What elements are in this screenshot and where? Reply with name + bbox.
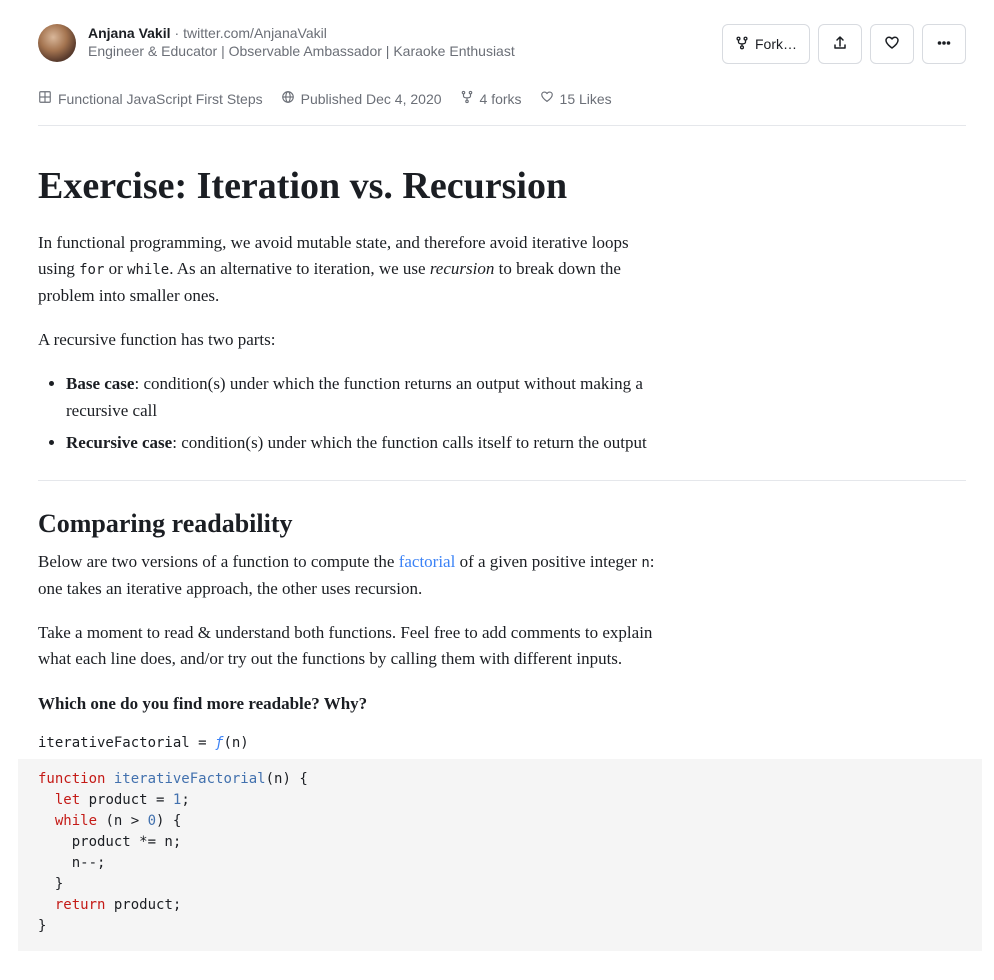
tok: product *= n; — [38, 834, 181, 850]
list-item: Recursive case: condition(s) under which… — [66, 430, 662, 456]
sig-eq: = — [190, 735, 215, 751]
tok: } — [38, 876, 63, 892]
paragraph-question: Which one do you find more readable? Why… — [38, 691, 662, 717]
globe-icon — [281, 90, 295, 107]
section-divider — [38, 480, 966, 481]
sig-args: (n) — [223, 735, 248, 751]
author-bio: Engineer & Educator | Observable Ambassa… — [88, 42, 515, 60]
author-twitter[interactable]: twitter.com/AnjanaVakil — [183, 25, 327, 41]
fork-button[interactable]: Fork… — [722, 24, 810, 64]
heart-icon — [540, 90, 554, 107]
meta-likes[interactable]: 15 Likes — [540, 90, 612, 107]
tok-fn: iterativeFactorial — [114, 771, 266, 787]
fork-icon — [460, 90, 474, 107]
text: : condition(s) under which the function … — [66, 374, 643, 419]
paragraph-instruction: Take a moment to read & understand both … — [38, 620, 662, 673]
text: or — [104, 259, 127, 278]
separator-dot: · — [170, 25, 183, 41]
term-recursive: Recursive case — [66, 433, 172, 452]
paragraph-parts: A recursive function has two parts: — [38, 327, 662, 353]
tok-kw: while — [55, 813, 97, 829]
more-icon — [936, 35, 952, 54]
tok: ( — [266, 771, 274, 787]
tok: product; — [105, 897, 181, 913]
code-while: while — [127, 262, 169, 278]
heart-icon — [884, 35, 900, 54]
tok: n--; — [38, 855, 105, 871]
fork-label: Fork… — [755, 36, 797, 52]
subtitle: Comparing readability — [38, 509, 662, 539]
meta-published: Published Dec 4, 2020 — [281, 90, 442, 107]
paragraph-compare: Below are two versions of a function to … — [38, 549, 662, 602]
action-bar: Fork… — [722, 24, 966, 64]
tok: ; — [181, 792, 189, 808]
text-bold: Which one do you find more readable? Why… — [38, 694, 367, 713]
parts-list: Base case: condition(s) under which the … — [38, 371, 662, 456]
fork-icon — [735, 36, 749, 53]
meta-likes-label: 15 Likes — [560, 91, 612, 107]
tok-kw: function — [38, 771, 105, 787]
meta-row: Functional JavaScript First Steps Publis… — [38, 90, 966, 126]
meta-published-label: Published Dec 4, 2020 — [301, 91, 442, 107]
list-item: Base case: condition(s) under which the … — [66, 371, 662, 424]
tok: } — [38, 918, 46, 934]
text: . As an alternative to iteration, we use — [169, 259, 430, 278]
author-name[interactable]: Anjana Vakil — [88, 25, 170, 41]
paragraph-intro: In functional programming, we avoid muta… — [38, 230, 662, 309]
code-for: for — [79, 262, 104, 278]
em-recursion: recursion — [430, 259, 495, 278]
text: : condition(s) under which the function … — [172, 433, 646, 452]
meta-forks-label: 4 forks — [480, 91, 522, 107]
tok: product = — [80, 792, 173, 808]
link-factorial[interactable]: factorial — [399, 552, 456, 571]
tok-num: 0 — [148, 813, 156, 829]
page-title: Exercise: Iteration vs. Recursion — [38, 164, 662, 208]
sig-name: iterativeFactorial — [38, 735, 190, 751]
collection-icon — [38, 90, 52, 107]
share-button[interactable] — [818, 24, 862, 64]
tok-kw: return — [55, 897, 106, 913]
text: of a given positive integer — [455, 552, 641, 571]
author-block: Anjana Vakil·twitter.com/AnjanaVakil Eng… — [38, 24, 515, 62]
tok-kw: let — [55, 792, 80, 808]
code-block[interactable]: function iterativeFactorial(n) { let pro… — [18, 759, 982, 951]
code-n: n — [641, 555, 649, 571]
share-icon — [832, 35, 848, 54]
tok: ) { — [282, 771, 307, 787]
meta-collection[interactable]: Functional JavaScript First Steps — [38, 90, 263, 107]
meta-forks[interactable]: 4 forks — [460, 90, 522, 107]
more-button[interactable] — [922, 24, 966, 64]
like-button[interactable] — [870, 24, 914, 64]
text: Below are two versions of a function to … — [38, 552, 399, 571]
tok: (n > — [97, 813, 148, 829]
avatar[interactable] — [38, 24, 76, 62]
meta-collection-label: Functional JavaScript First Steps — [58, 91, 263, 107]
tok: ) { — [156, 813, 181, 829]
term-base: Base case — [66, 374, 134, 393]
code-signature: iterativeFactorial = ƒ(n) — [38, 735, 662, 751]
